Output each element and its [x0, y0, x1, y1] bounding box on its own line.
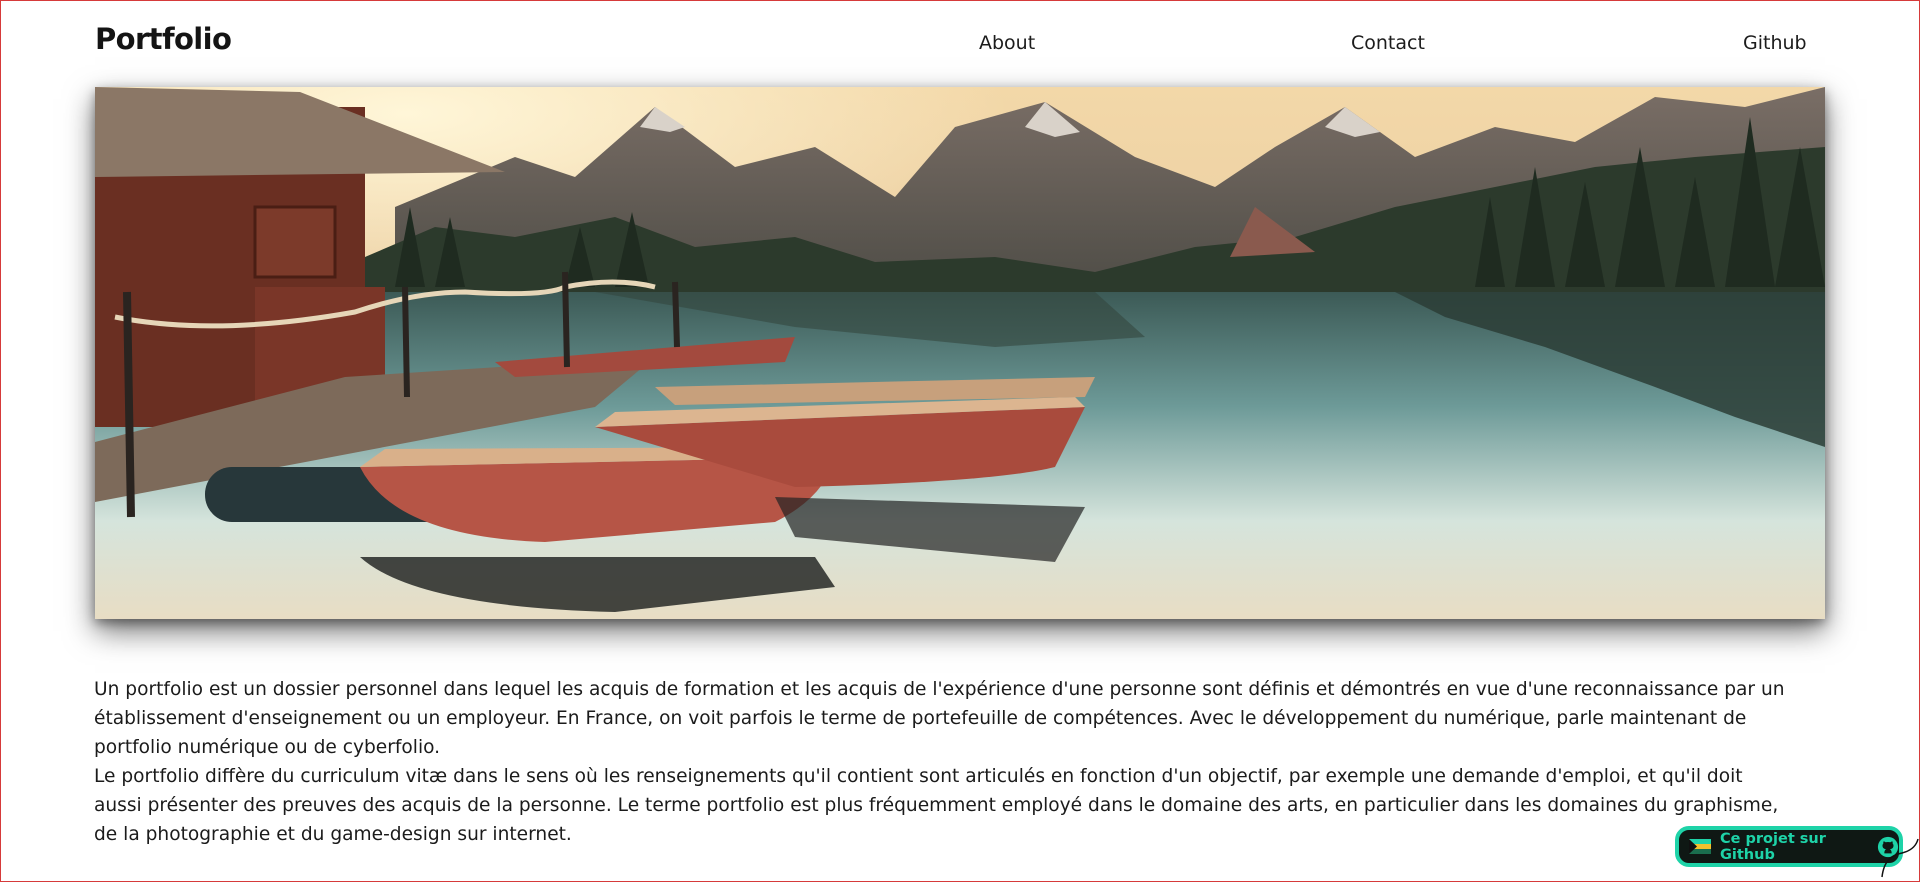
hero-image — [95, 87, 1825, 619]
top-navbar: Portfolio About Contact Github — [0, 0, 1920, 86]
nav-link-contact[interactable]: Contact — [1351, 32, 1425, 54]
flag-icon — [1689, 839, 1711, 854]
paragraph-details: Le portfolio diffère du curriculum vitæ … — [94, 766, 1779, 845]
brand-logo[interactable]: Portfolio — [95, 22, 232, 56]
github-project-button[interactable]: Ce projet sur Github — [1675, 826, 1903, 867]
content-text: Un portfolio est un dossier personnel da… — [94, 675, 1794, 849]
lake-boats-landscape-photo — [95, 87, 1825, 619]
nav-link-github[interactable]: Github — [1743, 32, 1807, 54]
nav-link-about[interactable]: About — [979, 32, 1035, 54]
paragraph-intro: Un portfolio est un dossier personnel da… — [94, 679, 1785, 758]
github-badge-label: Ce projet sur Github — [1720, 830, 1826, 863]
decorative-squiggle — [1881, 838, 1919, 878]
